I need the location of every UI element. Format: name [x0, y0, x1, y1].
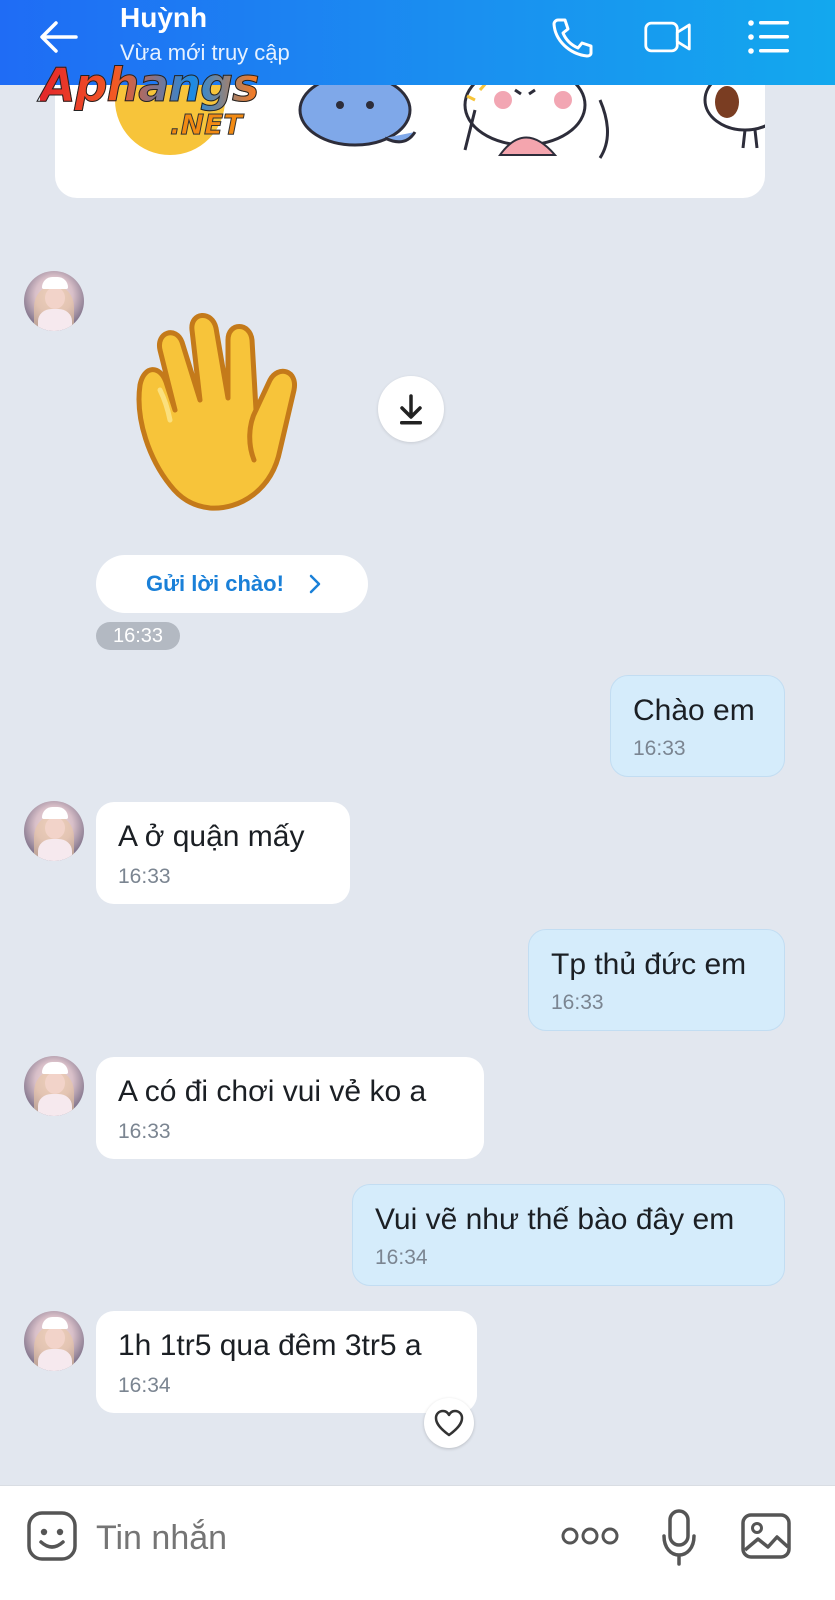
emoji-icon[interactable] [26, 1510, 78, 1562]
video-call-icon[interactable] [643, 14, 693, 60]
message-composer [0, 1485, 835, 1600]
message-time: 16:33 [118, 1120, 171, 1143]
contact-name[interactable]: Huỳnh [120, 2, 207, 34]
message-text: A ở quận mấy [118, 820, 305, 853]
menu-list-icon[interactable] [745, 14, 795, 60]
image-icon[interactable] [740, 1510, 792, 1562]
react-heart-button[interactable] [424, 1398, 474, 1448]
message-time: 16:33 [551, 991, 604, 1014]
phone-icon[interactable] [546, 14, 596, 60]
back-arrow-icon[interactable] [36, 14, 82, 60]
waving-hand-sticker-icon[interactable] [130, 310, 340, 520]
message-text: A có đi chơi vui vẻ ko a [118, 1075, 427, 1108]
message-text: Chào em [633, 694, 755, 727]
message-input[interactable] [96, 1516, 496, 1560]
send-greeting-button[interactable]: Gửi lời chào! [96, 555, 368, 613]
heart-icon [434, 1409, 464, 1437]
message-time: 16:34 [375, 1246, 428, 1269]
message-time: 16:33 [118, 865, 171, 888]
message-bubble-outgoing[interactable]: Chào em 16:33 [610, 675, 785, 777]
message-bubble-incoming[interactable]: A ở quận mấy 16:33 [96, 802, 350, 904]
message-bubble-incoming[interactable]: A có đi chơi vui vẻ ko a 16:33 [96, 1057, 484, 1159]
message-text: Tp thủ đức em [551, 948, 747, 981]
watermark-main: Aphangs [39, 58, 259, 113]
watermark-sub: .NET [169, 108, 243, 142]
message-bubble-incoming[interactable]: 1h 1tr5 qua đêm 3tr5 a 16:34 [96, 1311, 477, 1413]
message-text: 1h 1tr5 qua đêm 3tr5 a [118, 1329, 422, 1362]
message-bubble-outgoing[interactable]: Vui vẽ như thế bào đây em 16:34 [352, 1184, 785, 1286]
message-time: 16:34 [118, 1374, 171, 1397]
contact-avatar[interactable] [24, 1311, 84, 1371]
message-time: 16:33 [633, 737, 686, 760]
message-bubble-outgoing[interactable]: Tp thủ đức em 16:33 [528, 929, 785, 1031]
send-greeting-label: Gửi lời chào! [146, 571, 284, 596]
contact-avatar[interactable] [24, 801, 84, 861]
download-button[interactable] [378, 376, 444, 442]
watermark-logo: Aphangs .NET [39, 58, 259, 142]
message-text: Vui vẽ như thế bào đây em [375, 1203, 735, 1236]
greeting-timestamp: 16:33 [96, 622, 180, 650]
blue-cat-sticker-icon [298, 73, 417, 147]
microphone-icon[interactable] [660, 1508, 698, 1568]
contact-avatar[interactable] [24, 1056, 84, 1116]
more-dots-icon[interactable] [560, 1524, 620, 1548]
download-icon [400, 394, 422, 425]
chevron-right-icon [309, 574, 321, 594]
contact-avatar[interactable] [24, 271, 84, 331]
